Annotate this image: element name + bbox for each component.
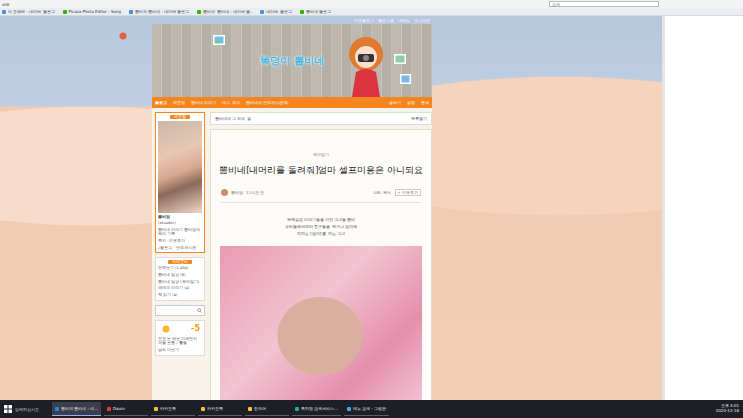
content: 뽐비네의 그 외의 글 목록열기육아일기뽐비네[내머리를 돌려줘]엄마 셀프미용은… xyxy=(210,112,432,400)
photo-frame-icon xyxy=(212,34,226,46)
windows-icon[interactable] xyxy=(4,405,12,413)
bookmark-icon xyxy=(63,10,67,14)
top-link[interactable]: 이웃블로그 xyxy=(354,18,374,23)
post-title: 뽐비네[내머리를 돌려줘]엄마 셀프미용은 아니되요 xyxy=(219,165,423,177)
profile-card: 프로필뽐비엄 (ohsudoc) 뽐비네 이야기 뽐비엄의 육아 기록쪽지 · 이웃… xyxy=(155,112,205,253)
blog: 이웃블로그 블로그홈 내메뉴 로그아웃똑덩이 뽐비네블로그 메모장 뽐비네 이야기 태그 추… xyxy=(152,16,432,400)
blog-title[interactable]: 똑덩이 뽐비네 xyxy=(256,52,327,70)
post-time: 11시간 전 xyxy=(246,190,264,195)
post: 육아일기뽐비네[내머리를 돌려줘]엄마 셀프미용은 아니되요뽐비엄11시간 전 U… xyxy=(210,129,432,400)
url-copy[interactable]: URL 복사 xyxy=(374,190,391,195)
clock[interactable]: 오후 4:012020-12-18 xyxy=(716,404,739,414)
app-icon xyxy=(107,407,111,411)
browser-bar: ail6 검색이 오페라 - 네이버 블로그 Picasa Photo Editor… xyxy=(0,0,743,16)
search-icon xyxy=(197,308,202,313)
post-body: 독백같은 이야기들을 가진 그녀들 뽐비우리들에서부터 친구들을 찍거나 엄마께… xyxy=(285,217,357,236)
category-item[interactable]: 재태크 이야기 (4) xyxy=(158,286,202,291)
bookmark[interactable]: 이 오페라 - 네이버 블로그 xyxy=(2,9,55,14)
app-icon xyxy=(201,407,205,411)
app-icon xyxy=(154,407,158,411)
taskbar-item[interactable]: 뽐비의 뽐비네 : 네... xyxy=(52,402,101,416)
nav-action[interactable]: 설정 xyxy=(407,100,415,105)
app-icon xyxy=(295,407,299,411)
app-icon xyxy=(347,407,351,411)
nav-action[interactable]: 통계 xyxy=(421,100,429,105)
top-links: 이웃블로그 블로그홈 내메뉴 로그아웃 xyxy=(152,16,432,24)
app-icon xyxy=(55,407,59,411)
taskbar-item[interactable]: 카카오톡 xyxy=(198,402,242,416)
author-avatar xyxy=(221,189,228,196)
post-line: 우리들에서부터 친구들을 찍거나 엄마께 xyxy=(285,224,357,229)
taskbar-item[interactable]: 카카오톡 xyxy=(151,402,195,416)
bookmark-icon xyxy=(300,10,304,14)
taskbar-item[interactable]: 특허청 검색서비스... xyxy=(292,402,341,416)
taskbar-item[interactable]: Daum xyxy=(104,402,148,416)
nav-action[interactable]: 글쓰기 xyxy=(389,100,401,105)
weather-card: -5 오전 눈 예보 미세먼지 서울 보통 / 좋음날씨 더보기 xyxy=(155,320,205,356)
author-row: 뽐비엄11시간 전 URL 복사 + 이웃추가 xyxy=(221,189,421,203)
taskbar-search[interactable]: 입력하십시오 xyxy=(15,407,49,412)
bookmark[interactable]: 뽐비의 뽐비네 : 네이버 블로그 xyxy=(129,9,189,14)
top-link[interactable]: 로그아웃 xyxy=(414,18,430,23)
profile-name[interactable]: 뽐비엄 xyxy=(158,215,202,219)
blog-nav: 블로그 메모장 뽐비네 이야기 태그 추가 뽐비네의 안부게시판(5) 글쓰기 설정 통계 xyxy=(152,97,432,108)
nav-item[interactable]: 블로그 xyxy=(155,100,167,105)
app-icon xyxy=(248,407,252,411)
category-item[interactable]: 뽐비네 일상 (육아일기) xyxy=(158,280,202,285)
profile-intro: 뽐비네 이야기 뽐비엄의 육아 기록 xyxy=(158,228,202,237)
post-photo xyxy=(220,246,422,400)
post-line: 하하는 [엄마] 를 하는 그녀 xyxy=(297,231,345,236)
category-card: 카테고리전체보기 (1,494) 뽐비네 일상 (8) 뽐비네 일상 (육아일기)재… xyxy=(155,257,205,300)
top-link[interactable]: 블로그홈 xyxy=(378,18,394,23)
blog-header: 똑덩이 뽐비네 xyxy=(152,24,432,97)
weather-more[interactable]: 날씨 더보기 xyxy=(158,348,202,353)
bookmark[interactable]: Picasa Photo Editor - Song xyxy=(63,9,121,14)
bookmark-icon xyxy=(197,10,201,14)
girl-illustration-icon xyxy=(338,24,418,97)
profile-tab: 프로필 xyxy=(170,115,190,119)
post-list-toggle[interactable]: 목록열기 xyxy=(411,116,427,121)
bookmark-icon xyxy=(129,10,133,14)
blog-body: 프로필뽐비엄 (ohsudoc) 뽐비네 이야기 뽐비엄의 육아 기록쪽지 · 이웃… xyxy=(152,108,432,400)
profile-extra[interactable]: ♪블로그 · 안부게시판 xyxy=(158,246,202,251)
nav-item[interactable]: 태그 추가 xyxy=(222,100,239,105)
post-line: 독백같은 이야기들을 가진 그녀들 뽐비 xyxy=(287,217,356,222)
taskbar-item[interactable]: 메뉴 검색 - 그림판 xyxy=(344,402,389,416)
follow-button[interactable]: + 이웃추가 xyxy=(395,189,421,196)
right-blank xyxy=(662,16,743,400)
weather-temp: -5 xyxy=(191,324,200,333)
sidebar: 프로필뽐비엄 (ohsudoc) 뽐비네 이야기 뽐비엄의 육아 기록쪽지 · 이웃… xyxy=(155,112,205,400)
category-title: 카테고리 xyxy=(168,260,192,264)
bookmark[interactable]: 네이버 블로그 xyxy=(260,9,291,14)
bookmark-icon xyxy=(2,10,6,14)
post-list-title: 뽐비네의 그 외의 글 xyxy=(215,116,251,121)
bookmark[interactable]: 뽐비의 뽐비네 : 네이버 블.. xyxy=(197,9,252,14)
profile-links[interactable]: 쪽지 · 이웃추가 xyxy=(158,239,202,244)
address-field[interactable]: ail6 xyxy=(2,2,9,7)
category-item[interactable]: 전체보기 (1,494) xyxy=(158,266,202,271)
sun-icon xyxy=(160,323,172,335)
address-row: ail6 검색 xyxy=(0,0,743,8)
bookmark-bar: 이 오페라 - 네이버 블로그 Picasa Photo Editor - Son… xyxy=(0,8,743,15)
category-item[interactable]: 책 읽기 (4) xyxy=(158,293,202,298)
bookmark-icon xyxy=(260,10,264,14)
taskbar-item[interactable]: 한국어 xyxy=(245,402,289,416)
nav-item[interactable]: 뽐비네 이야기 xyxy=(191,100,216,105)
post-list-header: 뽐비네의 그 외의 글 목록열기 xyxy=(210,112,432,125)
profile-id: (ohsudoc) xyxy=(158,221,202,226)
author-name[interactable]: 뽐비엄 xyxy=(231,190,243,195)
top-link[interactable]: 내메뉴 xyxy=(398,18,410,23)
profile-photo xyxy=(158,121,202,213)
nav-item[interactable]: 뽐비네의 안부게시판(5) xyxy=(246,100,289,105)
screen: ail6 검색이 오페라 - 네이버 블로그 Picasa Photo Editor… xyxy=(0,0,743,418)
page-viewport: 이웃블로그 블로그홈 내메뉴 로그아웃똑덩이 뽐비네블로그 메모장 뽐비네 이야기 태그 추… xyxy=(0,16,662,400)
category-item[interactable]: 뽐비네 일상 (8) xyxy=(158,273,202,278)
nav-item[interactable]: 메모장 xyxy=(173,100,185,105)
blog-search[interactable] xyxy=(155,305,205,316)
taskbar: 입력하십시오뽐비의 뽐비네 : 네...Daum카카오톡카카오톡한국어특허청 검… xyxy=(0,400,743,418)
weather-desc: 오전 눈 예보 미세먼지 서울 보통 / 좋음 xyxy=(158,337,202,346)
post-category[interactable]: 육아일기 xyxy=(313,152,329,157)
search-field[interactable]: 검색 xyxy=(549,1,659,7)
bookmark[interactable]: 뽐비네 블로그 xyxy=(300,9,331,14)
